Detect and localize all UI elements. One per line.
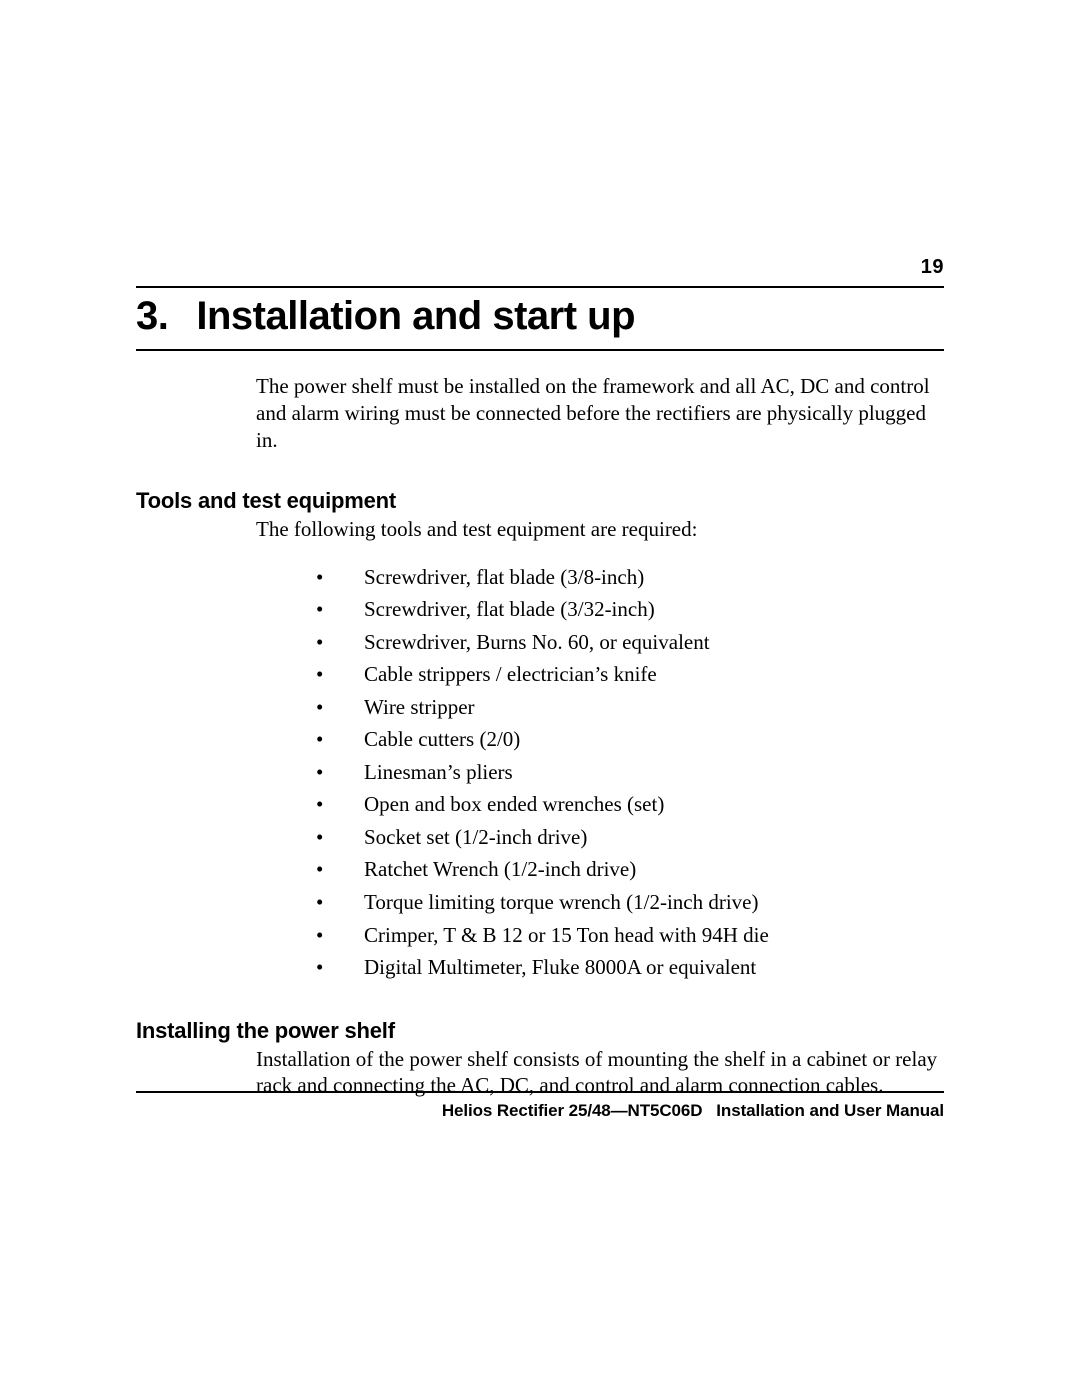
bullet-icon: • [316, 561, 364, 594]
list-item-text: Digital Multimeter, Fluke 8000A or equiv… [364, 951, 756, 984]
list-item: •Linesman’s pliers [316, 756, 944, 789]
list-item: •Cable strippers / electrician’s knife [316, 658, 944, 691]
tools-intro: The following tools and test equipment a… [256, 516, 944, 543]
bullet-icon: • [316, 821, 364, 854]
list-item-text: Torque limiting torque wrench (1/2-inch … [364, 886, 759, 919]
section-heading-tools: Tools and test equipment [136, 488, 944, 514]
list-item-text: Screwdriver, Burns No. 60, or equivalent [364, 626, 710, 659]
list-item: •Wire stripper [316, 691, 944, 724]
list-item: •Open and box ended wrenches (set) [316, 788, 944, 821]
list-item-text: Ratchet Wrench (1/2-inch drive) [364, 853, 636, 886]
list-item: •Screwdriver, Burns No. 60, or equivalen… [316, 626, 944, 659]
list-item-text: Cable cutters (2/0) [364, 723, 520, 756]
list-item-text: Crimper, T & B 12 or 15 Ton head with 94… [364, 919, 769, 952]
list-item-text: Linesman’s pliers [364, 756, 513, 789]
bullet-icon: • [316, 593, 364, 626]
bullet-icon: • [316, 723, 364, 756]
section-heading-install: Installing the power shelf [136, 1018, 944, 1044]
list-item: •Socket set (1/2-inch drive) [316, 821, 944, 854]
bullet-icon: • [316, 626, 364, 659]
chapter-title-text: Installation and start up [196, 294, 635, 339]
list-item-text: Screwdriver, flat blade (3/32-inch) [364, 593, 655, 626]
bullet-icon: • [316, 919, 364, 952]
bullet-icon: • [316, 756, 364, 789]
bullet-icon: • [316, 691, 364, 724]
list-item-text: Cable strippers / electrician’s knife [364, 658, 657, 691]
chapter-title: 3 Installation and start up [136, 288, 944, 351]
bullet-icon: • [316, 658, 364, 691]
tools-list: •Screwdriver, flat blade (3/8-inch) •Scr… [316, 561, 944, 984]
list-item: •Cable cutters (2/0) [316, 723, 944, 756]
list-item: •Digital Multimeter, Fluke 8000A or equi… [316, 951, 944, 984]
list-item: •Screwdriver, flat blade (3/32-inch) [316, 593, 944, 626]
bullet-icon: • [316, 951, 364, 984]
list-item: •Torque limiting torque wrench (1/2-inch… [316, 886, 944, 919]
list-item-text: Screwdriver, flat blade (3/8-inch) [364, 561, 644, 594]
bullet-icon: • [316, 853, 364, 886]
intro-paragraph: The power shelf must be installed on the… [256, 373, 944, 454]
list-item: •Crimper, T & B 12 or 15 Ton head with 9… [316, 919, 944, 952]
list-item-text: Open and box ended wrenches (set) [364, 788, 664, 821]
list-item-text: Wire stripper [364, 691, 475, 724]
bullet-icon: • [316, 886, 364, 919]
bullet-icon: • [316, 788, 364, 821]
chapter-number: 3 [136, 294, 168, 339]
page-footer: Helios Rectifier 25/48—NT5C06D Installat… [136, 1091, 944, 1121]
list-item: •Ratchet Wrench (1/2-inch drive) [316, 853, 944, 886]
list-item: •Screwdriver, flat blade (3/8-inch) [316, 561, 944, 594]
page-number: 19 [921, 256, 944, 279]
list-item-text: Socket set (1/2-inch drive) [364, 821, 587, 854]
